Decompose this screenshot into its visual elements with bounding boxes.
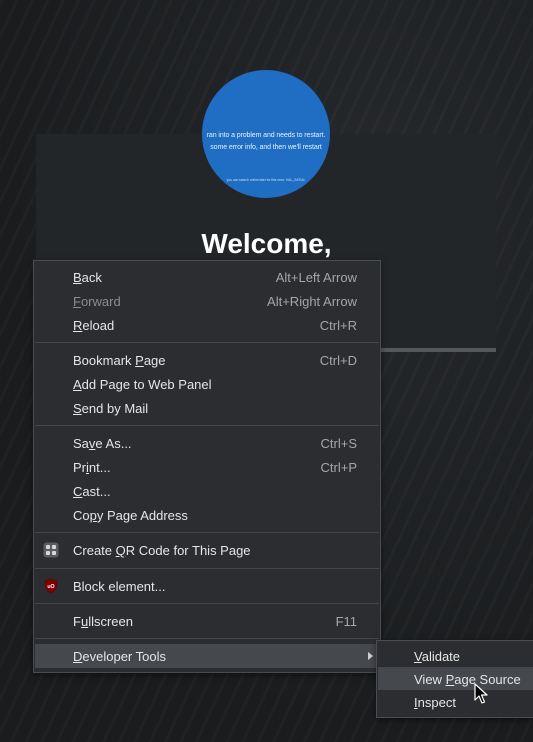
menu-item-label: Create QR Code for This Page — [73, 543, 251, 558]
menu-item-developer-tools[interactable]: Developer Tools — [35, 644, 379, 668]
menu-item-label: Developer Tools — [73, 649, 166, 664]
menu-item-back[interactable]: Back Alt+Left Arrow — [35, 265, 379, 289]
menu-item-shortcut: Ctrl+S — [320, 436, 357, 451]
menu-item-shortcut: Alt+Right Arrow — [267, 294, 357, 309]
menu-item-shortcut: F11 — [335, 614, 357, 629]
mouse-pointer-icon — [474, 683, 488, 704]
menu-item-create-qr-code[interactable]: Create QR Code for This Page — [35, 538, 379, 562]
menu-item-label: Validate — [414, 649, 461, 664]
menu-item-label: View Page Source — [414, 672, 521, 687]
menu-item-label: Bookmark Page — [73, 353, 166, 368]
qr-code-icon — [43, 542, 59, 558]
welcome-heading: Welcome, — [201, 228, 332, 259]
menu-item-label: Send by Mail — [73, 401, 149, 416]
menu-item-label: Inspect — [414, 695, 456, 710]
menu-separator — [35, 638, 379, 639]
menu-item-label: Copy Page Address — [73, 508, 188, 523]
menu-item-label: Print... — [73, 460, 111, 475]
menu-separator — [35, 603, 379, 604]
menu-item-shortcut: Ctrl+D — [319, 353, 357, 368]
menu-separator — [35, 342, 379, 343]
menu-item-label: Add Page to Web Panel — [73, 377, 212, 392]
menu-item-forward: Forward Alt+Right Arrow — [35, 289, 379, 313]
menu-item-copy-page-address[interactable]: Copy Page Address — [35, 503, 379, 527]
menu-item-shortcut: Ctrl+R — [319, 318, 357, 333]
avatar-text-line-3: you can search online later for this err… — [226, 178, 306, 182]
menu-separator — [35, 425, 379, 426]
submenu-item-inspect[interactable]: Inspect — [378, 690, 533, 713]
menu-item-label: Block element... — [73, 579, 166, 594]
menu-item-add-to-web-panel[interactable]: Add Page to Web Panel — [35, 372, 379, 396]
developer-tools-submenu: Validate View Page Source Inspect — [376, 640, 533, 718]
user-avatar: ran into a problem and needs to restart.… — [202, 70, 330, 198]
menu-item-bookmark-page[interactable]: Bookmark Page Ctrl+D — [35, 348, 379, 372]
menu-item-print[interactable]: Print... Ctrl+P — [35, 455, 379, 479]
menu-separator — [35, 532, 379, 533]
menu-item-label: Forward — [73, 294, 121, 309]
menu-item-label: Cast... — [73, 484, 111, 499]
svg-text:uO: uO — [47, 584, 54, 590]
menu-item-reload[interactable]: Reload Ctrl+R — [35, 313, 379, 337]
menu-separator — [35, 568, 379, 569]
menu-item-label: Reload — [73, 318, 115, 333]
menu-item-label: Fullscreen — [73, 614, 133, 629]
submenu-item-view-page-source[interactable]: View Page Source — [378, 667, 533, 690]
menu-item-shortcut: Alt+Left Arrow — [275, 270, 357, 285]
context-menu: Back Alt+Left Arrow Forward Alt+Right Ar… — [33, 260, 381, 673]
menu-item-fullscreen[interactable]: Fullscreen F11 — [35, 609, 379, 633]
avatar-text-line-2: some error info, and then we'll restart — [210, 144, 322, 151]
menu-item-send-by-mail[interactable]: Send by Mail — [35, 396, 379, 420]
menu-item-block-element[interactable]: uO Block element... — [35, 574, 379, 598]
menu-item-label: Back — [73, 270, 102, 285]
menu-item-shortcut: Ctrl+P — [320, 460, 357, 475]
menu-item-cast[interactable]: Cast... — [35, 479, 379, 503]
submenu-arrow-icon — [368, 652, 373, 660]
avatar-text-line-1: ran into a problem and needs to restart. — [206, 132, 326, 139]
ublock-origin-icon: uO — [44, 578, 58, 594]
menu-item-save-as[interactable]: Save As... Ctrl+S — [35, 431, 379, 455]
menu-item-label: Save As... — [73, 436, 132, 451]
submenu-item-validate[interactable]: Validate — [378, 644, 533, 667]
